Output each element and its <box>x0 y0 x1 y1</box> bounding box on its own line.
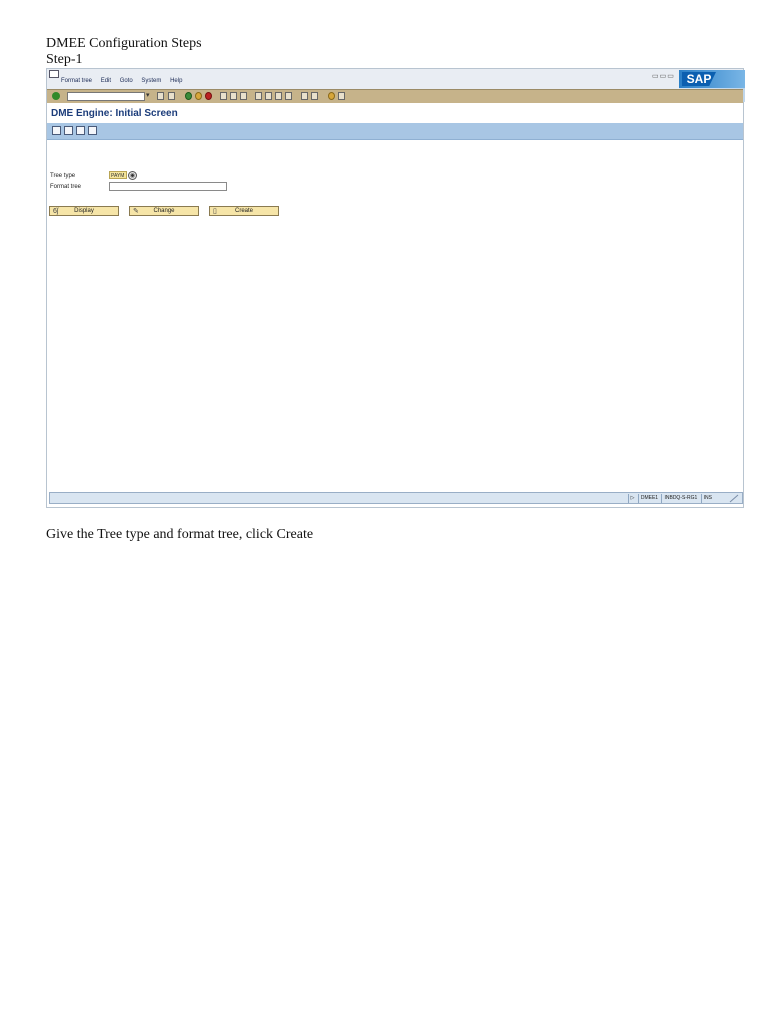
shortcut-icon[interactable] <box>311 92 318 100</box>
find-next-icon[interactable] <box>240 92 247 100</box>
status-bar: ▷ DMEE1 INBDQ-S-RG1 INS <box>49 492 743 504</box>
find-icon[interactable] <box>230 92 237 100</box>
tree-type-label: Tree type <box>50 173 76 179</box>
back-green-icon[interactable] <box>185 92 192 100</box>
menu-goto[interactable]: Goto <box>120 78 133 84</box>
menu-list: Format tree Edit Goto System Help <box>61 78 189 84</box>
copy-tree-icon[interactable] <box>52 126 61 135</box>
change-button-label: Change <box>153 208 175 214</box>
delete-icon[interactable] <box>76 126 85 135</box>
create-button[interactable]: ▯ Create <box>209 206 279 216</box>
back-icon[interactable] <box>157 92 164 100</box>
standard-toolbar: ▾ <box>47 89 743 104</box>
menu-format-tree[interactable]: Format tree <box>61 78 92 84</box>
next-page-icon[interactable] <box>275 92 282 100</box>
other-tree-icon[interactable] <box>88 126 97 135</box>
tree-type-input[interactable]: PAYM <box>109 171 127 179</box>
menu-help[interactable]: Help <box>170 78 182 84</box>
save-icon[interactable] <box>168 92 175 100</box>
step-caption: Give the Tree type and format tree, clic… <box>46 527 314 542</box>
status-transaction: DMEE1 <box>637 494 660 503</box>
document-title: DMEE Configuration Steps <box>46 36 202 51</box>
menu-system[interactable]: System <box>141 78 161 84</box>
window-controls[interactable]: ▭▭▭ <box>652 72 675 80</box>
new-session-icon[interactable] <box>301 92 308 100</box>
previous-page-icon[interactable] <box>265 92 272 100</box>
cancel-icon[interactable] <box>205 92 212 100</box>
application-toolbar <box>47 123 743 140</box>
last-page-icon[interactable] <box>285 92 292 100</box>
status-server: INBDQ-S-RG1 <box>661 494 699 503</box>
status-expand-icon[interactable]: ▷ <box>627 494 637 503</box>
search-help-icon[interactable]: ◉ <box>128 171 137 180</box>
sap-logo: SAP <box>679 70 745 88</box>
command-field[interactable] <box>67 92 145 101</box>
menu-edit[interactable]: Edit <box>101 78 111 84</box>
resize-grip-icon[interactable] <box>729 494 739 503</box>
display-button[interactable]: 6ǰ Display <box>49 206 119 216</box>
sap-window: Format tree Edit Goto System Help ▭▭▭ SA… <box>46 68 745 508</box>
sap-logo-text: SAP <box>682 72 716 86</box>
exit-icon[interactable] <box>195 92 202 100</box>
window-system-icon[interactable] <box>49 70 59 78</box>
create-button-label: Create <box>234 208 253 214</box>
screen-title: DME Engine: Initial Screen <box>51 108 178 119</box>
transport-icon[interactable] <box>64 126 73 135</box>
command-dropdown-icon[interactable]: ▾ <box>146 92 150 100</box>
enter-icon[interactable] <box>52 92 60 100</box>
format-tree-label: Format tree <box>50 184 82 190</box>
menu-bar: Format tree Edit Goto System Help ▭▭▭ SA… <box>47 69 745 102</box>
help-icon[interactable] <box>328 92 335 100</box>
print-icon[interactable] <box>220 92 227 100</box>
step-heading: Step-1 <box>46 52 83 67</box>
display-button-label: Display <box>74 208 94 214</box>
first-page-icon[interactable] <box>255 92 262 100</box>
layout-menu-icon[interactable] <box>338 92 345 100</box>
status-mode[interactable]: INS <box>700 494 714 503</box>
format-tree-input[interactable] <box>109 182 227 191</box>
change-button[interactable]: ✎ Change <box>129 206 199 216</box>
title-bar: DME Engine: Initial Screen <box>47 103 743 123</box>
status-info: ▷ DMEE1 INBDQ-S-RG1 INS <box>627 494 714 503</box>
